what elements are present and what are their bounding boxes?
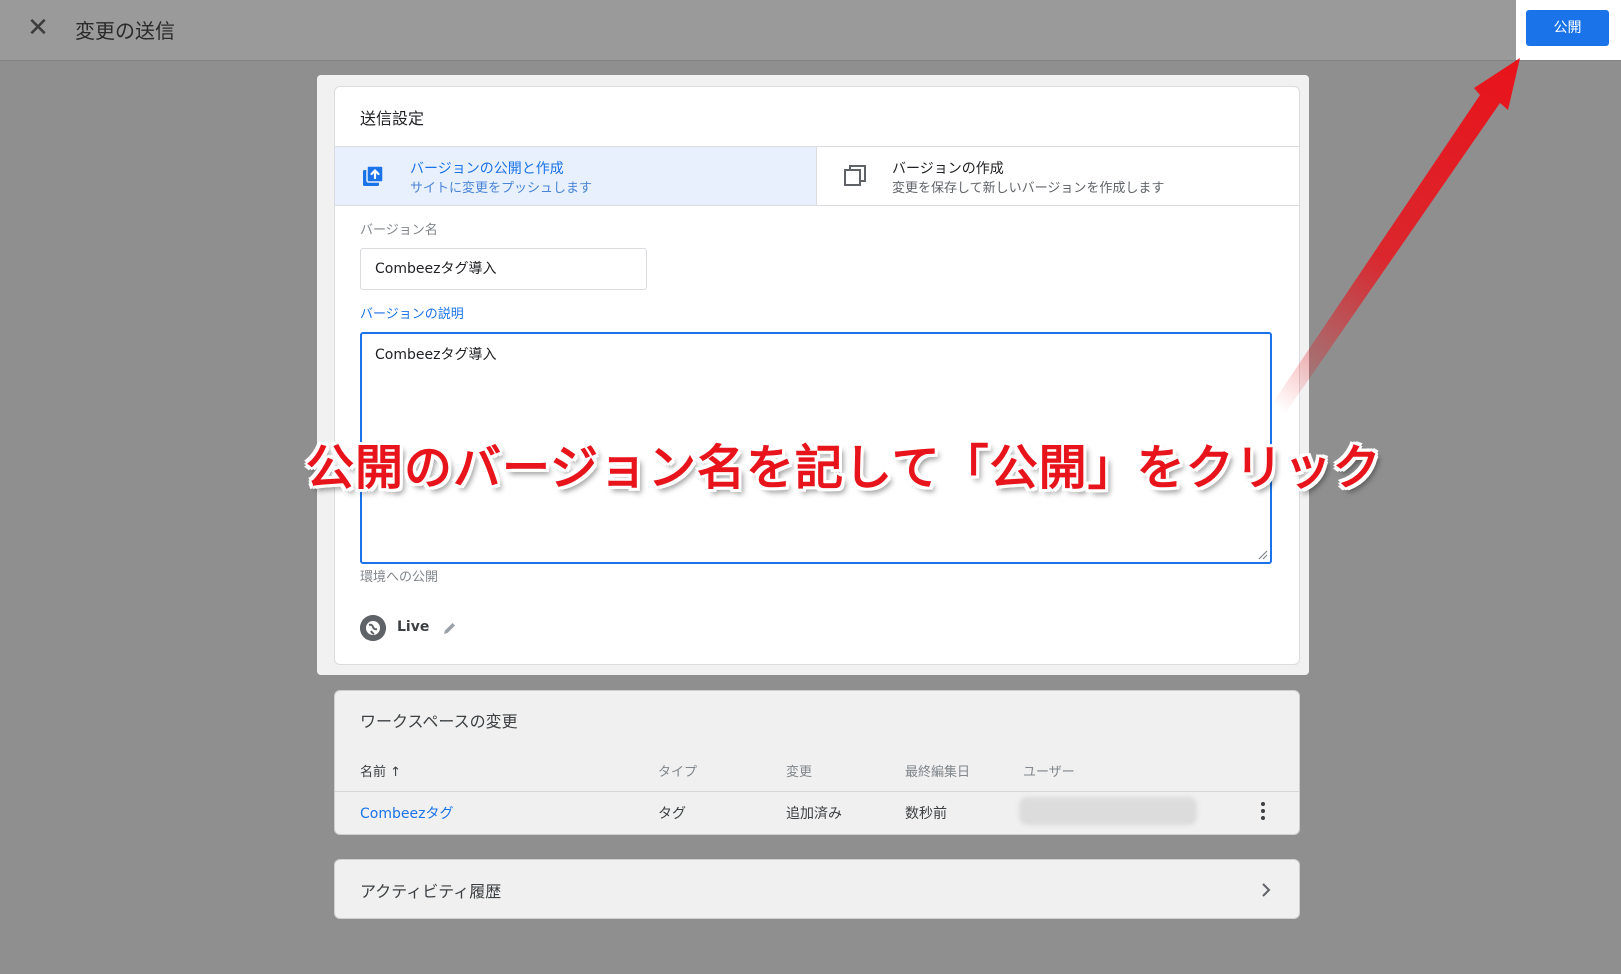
version-name-input[interactable]: Combeezタグ導入 [360,248,647,290]
option-create-version[interactable]: バージョンの作成 変更を保存して新しいバージョンを作成します [817,147,1299,205]
row-change: 追加済み [786,806,842,822]
card-title: 送信設定 [360,109,425,128]
publish-icon [363,165,384,186]
resize-handle-icon[interactable] [1256,548,1268,560]
column-header-name[interactable]: 名前 ↑ [360,761,401,780]
option-publish-and-create[interactable]: バージョンの公開と作成 サイトに変更をプッシュします [335,147,817,205]
column-header-change: 変更 [786,765,813,780]
option-title: バージョンの公開と作成 [410,161,564,177]
more-vert-icon[interactable] [1260,801,1266,821]
environment-label: 環境への公開 [360,570,439,585]
globe-icon [360,615,386,641]
row-type: タグ [658,806,686,822]
option-title: バージョンの作成 [892,161,1004,177]
chevron-right-icon [1262,883,1271,897]
version-description-value: Combeezタグ導入 [375,347,497,363]
option-subtitle: 変更を保存して新しいバージョンを作成します [892,181,1165,196]
version-description-label: バージョンの説明 [360,307,464,322]
close-icon[interactable]: ✕ [24,14,52,42]
option-subtitle: サイトに変更をプッシュします [410,181,593,196]
edit-icon[interactable] [442,621,457,636]
annotation-callout-text: 公開のバージョン名を記して「公開」をクリック [306,440,1382,496]
table-divider [335,791,1299,792]
submission-settings-card: 送信設定 バージョンの公開と作成 サイトに変更をプッシュします バージョンの作成… [334,86,1300,665]
column-header-user: ユーザー [1023,765,1075,780]
version-name-label: バージョン名 [360,223,438,238]
publish-button-highlight: 公開 [1516,0,1621,60]
row-user-redacted [1019,797,1197,825]
page-title: 変更の送信 [75,19,175,43]
activity-history-title: アクティビティ履歴 [360,882,502,901]
row-name-link[interactable]: Combeezタグ [360,803,453,823]
environment-row: Live [360,615,660,641]
copy-icon [844,165,866,186]
publish-button[interactable]: 公開 [1526,10,1609,46]
workspace-changes-card: ワークスペースの変更 名前 ↑ タイプ 変更 最終編集日 ユーザー Combee… [334,690,1300,835]
row-last-edited: 数秒前 [905,806,947,822]
top-bar: ✕ 変更の送信 [0,0,1621,61]
submission-options: バージョンの公開と作成 サイトに変更をプッシュします バージョンの作成 変更を保… [335,146,1299,206]
environment-name: Live [397,619,430,635]
column-header-type: タイプ [658,765,698,780]
workspace-changes-title: ワークスペースの変更 [360,712,518,731]
column-header-last-edited: 最終編集日 [905,765,971,780]
activity-history-card[interactable]: アクティビティ履歴 [334,859,1300,919]
